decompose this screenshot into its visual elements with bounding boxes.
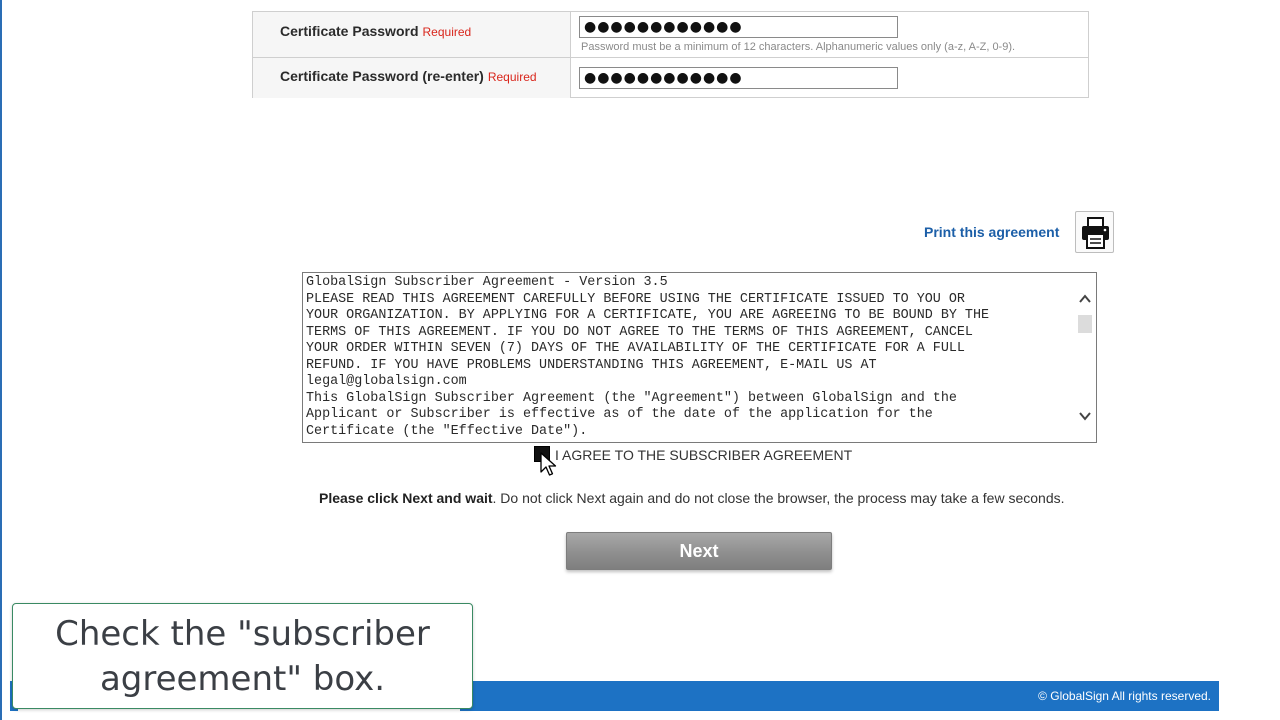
agreement-scrollbar[interactable] [1074, 273, 1096, 442]
caption-line-2: agreement" box. [99, 659, 386, 699]
print-button[interactable] [1075, 211, 1114, 253]
tutorial-caption: Check the "subscriber agreement" box. [12, 603, 473, 709]
wait-instructions-bold: Please click Next and wait [319, 490, 493, 506]
password-reenter-row: Certificate Password (re-enter) Required … [253, 58, 1088, 98]
next-button[interactable]: Next [566, 532, 832, 570]
wait-instructions-rest: . Do not click Next again and do not clo… [492, 490, 1065, 506]
required-marker: Required [422, 25, 472, 39]
print-agreement-link[interactable]: Print this agreement [924, 224, 1059, 240]
chevron-down-icon[interactable] [1077, 408, 1093, 424]
password-row: Certificate Password Required ●●●●●●●●●●●… [253, 12, 1088, 58]
footer-bar: © GlobalSign All rights reserved. [460, 681, 1219, 711]
password-label: Certificate Password Required [280, 23, 471, 39]
caption-text: Check the "subscriber agreement" box. [13, 612, 472, 702]
caption-line-1: Check the "subscriber [55, 614, 430, 654]
certificate-password-input[interactable]: ●●●●●●●●●●●● [579, 16, 898, 38]
password-reenter-label-text: Certificate Password (re-enter) [280, 68, 484, 84]
required-marker: Required [487, 70, 537, 84]
subscriber-agreement-textarea[interactable]: GlobalSign Subscriber Agreement - Versio… [302, 272, 1097, 443]
window-edge [0, 0, 2, 720]
password-table: Certificate Password Required ●●●●●●●●●●●… [252, 11, 1089, 98]
password-hint: Password must be a minimum of 12 charact… [581, 41, 1016, 53]
copyright-text: © GlobalSign All rights reserved. [1038, 689, 1211, 703]
password-label-text: Certificate Password [280, 23, 419, 39]
printer-icon [1082, 217, 1109, 249]
scroll-thumb[interactable] [1078, 315, 1092, 333]
agree-checkbox-label[interactable]: I AGREE TO THE SUBSCRIBER AGREEMENT [555, 447, 852, 463]
password-label-cell: Certificate Password Required [253, 12, 571, 57]
wait-instructions: Please click Next and wait. Do not click… [319, 490, 1065, 506]
agreement-text: GlobalSign Subscriber Agreement - Versio… [306, 275, 990, 439]
mouse-cursor-icon [540, 452, 557, 476]
chevron-up-icon[interactable] [1077, 291, 1093, 307]
password-reenter-label-cell: Certificate Password (re-enter) Required [253, 58, 571, 98]
password-reenter-label: Certificate Password (re-enter) Required [280, 68, 537, 84]
certificate-password-reenter-input[interactable]: ●●●●●●●●●●●● [579, 67, 898, 89]
